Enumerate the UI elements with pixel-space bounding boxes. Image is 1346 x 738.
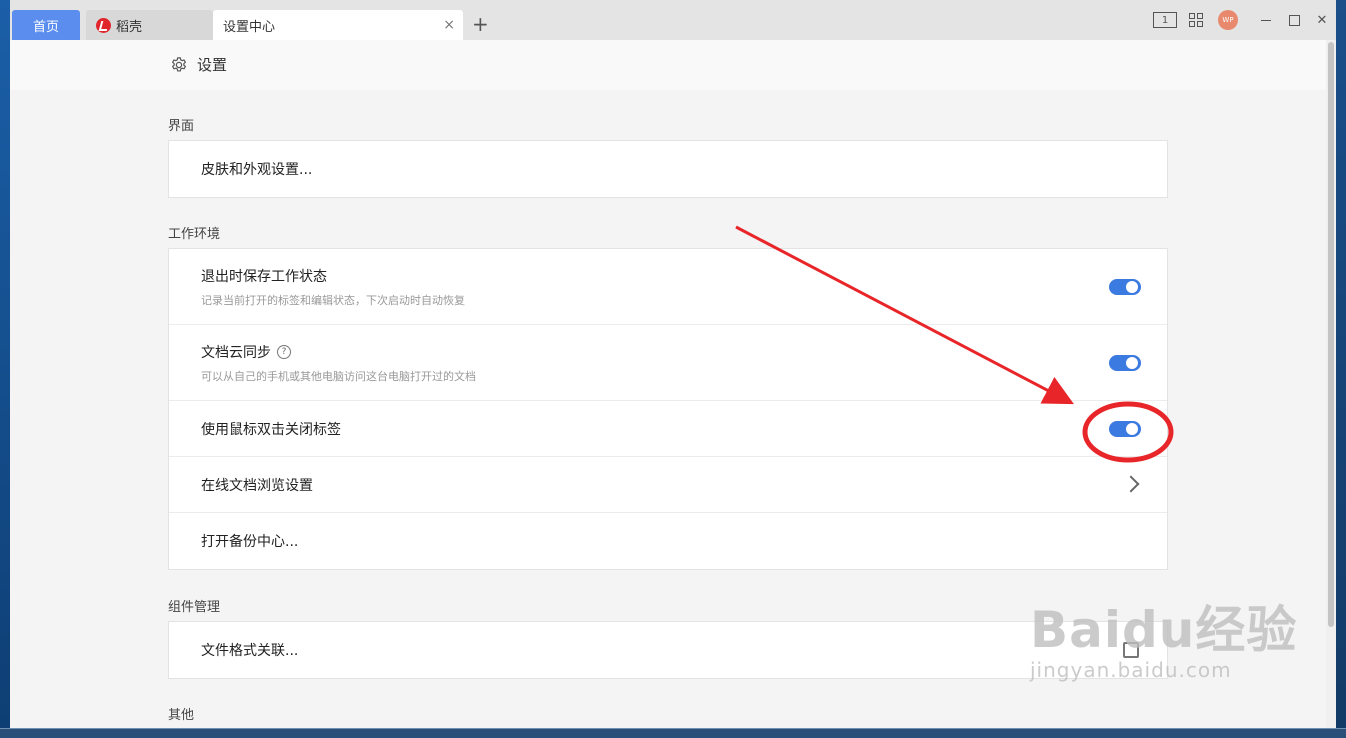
tab-home-label: 首页: [32, 19, 59, 35]
tab-docer[interactable]: 稻壳: [86, 10, 213, 40]
scrollbar[interactable]: [1326, 40, 1336, 728]
dblclick-close-label: 使用鼠标双击关闭标签: [201, 421, 341, 438]
section-title-workspace: 工作环境: [168, 227, 221, 242]
skin-settings-label: 皮肤和外观设置...: [201, 162, 313, 178]
section-title-components: 组件管理: [168, 600, 221, 615]
apps-grid-icon[interactable]: [1186, 10, 1206, 30]
minimize-icon[interactable]: [1256, 10, 1276, 30]
card-workspace: 退出时保存工作状态 记录当前打开的标签和编辑状态，下次启动时自动恢复 文档云同步…: [168, 248, 1168, 570]
save-state-label: 退出时保存工作状态: [201, 268, 327, 285]
avatar[interactable]: WP: [1218, 10, 1238, 30]
desktop-right-edge: [1336, 0, 1346, 738]
new-tab-button[interactable]: +: [472, 13, 489, 35]
card-components: 文件格式关联...: [168, 621, 1168, 679]
maximize-icon[interactable]: [1284, 10, 1304, 30]
help-icon[interactable]: ?: [277, 344, 291, 359]
tab-settings[interactable]: 设置中心 ×: [213, 10, 463, 40]
cloud-sync-label-wrap: 文档云同步 ?: [201, 342, 1167, 362]
cloud-sync-label: 文档云同步: [201, 344, 271, 361]
save-state-toggle[interactable]: [1109, 278, 1141, 295]
taskbar: [0, 728, 1346, 738]
scroll-thumb[interactable]: [1328, 42, 1334, 627]
cloud-sync-row: 文档云同步 ? 可以从自己的手机或其他电脑访问这台电脑打开过的文档: [169, 325, 1167, 401]
dblclick-close-toggle[interactable]: [1109, 420, 1141, 437]
settings-header: 设置: [10, 40, 1326, 90]
file-assoc-label: 文件格式关联...: [201, 643, 299, 659]
tab-docer-label: 稻壳: [116, 19, 143, 35]
online-browse-row[interactable]: 在线文档浏览设置: [169, 457, 1167, 513]
close-tab-icon[interactable]: ×: [443, 17, 455, 33]
baidu-watermark: Baidu经验 jingyan.baidu.com: [1030, 590, 1297, 682]
file-assoc-row[interactable]: 文件格式关联...: [169, 622, 1167, 678]
save-state-desc: 记录当前打开的标签和编辑状态，下次启动时自动恢复: [201, 293, 465, 307]
tab-bar: 首页 稻壳 设置中心 × + 1 WP ✕: [10, 0, 1336, 40]
gear-icon: [172, 56, 186, 72]
cloud-sync-desc: 可以从自己的手机或其他电脑访问这台电脑打开过的文档: [201, 369, 476, 383]
skin-settings-row[interactable]: 皮肤和外观设置...: [169, 141, 1167, 197]
watermark-brand: Baidu经验: [1030, 601, 1298, 659]
page-title-text: 设置: [197, 56, 228, 74]
window-mode-icon[interactable]: 1: [1153, 12, 1177, 28]
backup-center-label: 打开备份中心...: [201, 534, 299, 550]
save-state-row: 退出时保存工作状态 记录当前打开的标签和编辑状态，下次启动时自动恢复: [169, 249, 1167, 325]
tab-home[interactable]: 首页: [12, 10, 80, 40]
section-title-interface: 界面: [168, 119, 195, 134]
card-interface: 皮肤和外观设置...: [168, 140, 1168, 198]
online-browse-label: 在线文档浏览设置: [201, 477, 313, 494]
page-title: 设置: [170, 54, 227, 75]
close-window-icon[interactable]: ✕: [1312, 10, 1332, 30]
tab-settings-label: 设置中心: [223, 19, 276, 35]
cloud-sync-toggle[interactable]: [1109, 354, 1141, 371]
desktop-left-edge: [0, 0, 10, 738]
dblclick-close-row: 使用鼠标双击关闭标签: [169, 401, 1167, 457]
docer-logo-icon: [96, 17, 111, 33]
section-title-other: 其他: [168, 708, 195, 723]
backup-center-row[interactable]: 打开备份中心...: [169, 513, 1167, 569]
